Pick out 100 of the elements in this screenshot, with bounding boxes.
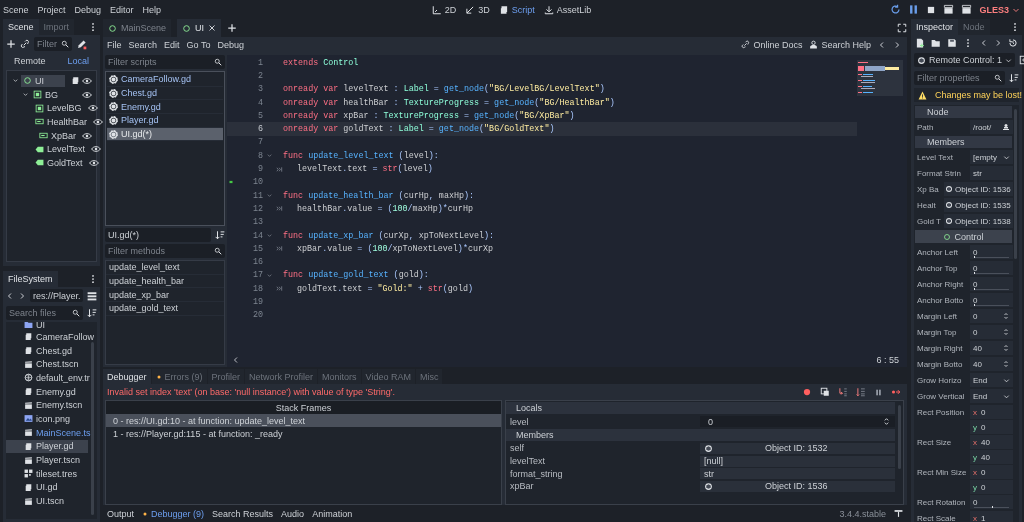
visibility-eye-icon[interactable] [82,130,92,141]
clapperboard-icon[interactable] [961,4,973,15]
bottom-panel-tab[interactable]: Output [107,508,135,519]
workspace-tab[interactable]: 2D [431,4,457,15]
resource-row[interactable]: tileset.tres [6,466,88,481]
object-field[interactable]: Object ID: 1536 [944,182,1013,196]
method-item[interactable]: update_xp_bar [106,288,224,303]
path-field[interactable]: /root/ [970,120,1013,134]
menu-item[interactable]: Editor [110,4,134,15]
dock-tab[interactable]: FileSystem [3,271,58,287]
pause-icon[interactable] [908,4,920,15]
script-item[interactable]: Player.gd [107,114,223,128]
close-icon[interactable] [208,24,217,32]
dropdown[interactable]: End [970,373,1013,387]
filter-field[interactable]: Filter methods [105,244,225,258]
help-link[interactable]: Online Docs [741,39,803,50]
pause-icon[interactable] [874,387,883,397]
vector-field[interactable]: y 0 [970,480,1013,494]
visibility-eye-icon[interactable] [82,75,92,86]
slider-field[interactable]: 0 [970,495,1013,509]
sort-icon[interactable] [87,308,97,318]
clapperboard-icon[interactable] [943,4,955,15]
script-item[interactable]: Enemy.gd [107,100,223,115]
method-item[interactable]: update_health_bar [106,274,224,289]
dock-tab[interactable]: Scene [3,19,39,35]
editor-tab[interactable]: MainScene [103,19,172,37]
add-icon[interactable] [6,39,16,49]
renderer-dropdown[interactable]: GLES3 [979,4,1020,15]
resource-row[interactable]: default_env.tr [6,371,92,385]
vector-field[interactable]: x 0 [970,405,1013,419]
section-header[interactable]: Node [915,106,1012,118]
dropdown[interactable]: End [970,389,1013,403]
tree-item[interactable]: GoldText [33,156,85,169]
menu-item[interactable]: Edit [164,39,180,50]
resource-row[interactable]: UI.tscn [6,494,88,508]
workspace-tab[interactable]: 3D [465,4,490,15]
section-header[interactable]: Locals [506,402,895,415]
spin-field[interactable]: 0 [970,309,1013,323]
spin-field[interactable]: 0 [700,416,895,428]
workspace-tab[interactable]: Script [498,4,535,15]
open-folder-icon[interactable] [931,38,942,48]
filter-field[interactable]: Filter properties [914,71,1005,85]
spin-field[interactable]: 0 [970,325,1013,339]
resource-row[interactable]: Enemy.tscn [6,398,88,413]
visibility-eye-icon[interactable] [87,103,98,114]
sort-icon[interactable] [215,230,225,240]
add-icon[interactable] [227,23,238,33]
resource-row[interactable]: Enemy.gd [6,384,88,399]
vector-field[interactable]: y 40 [970,450,1013,464]
dock-tab[interactable]: Inspector [911,19,959,35]
visibility-eye-icon[interactable] [88,157,99,168]
slider-field[interactable]: 0 [970,245,1013,259]
vector-field[interactable]: x 0 [970,465,1013,479]
vector-field[interactable]: x 1 [970,511,1013,522]
tree-item[interactable]: LevelBG [33,102,84,115]
menu-item[interactable]: Debug [74,4,102,15]
pin-icon[interactable] [894,509,903,518]
menu-item[interactable]: Help [142,4,162,15]
stack-frame[interactable]: 1 - res://Player.gd:115 - at function: _ready [106,427,501,441]
resource-row[interactable]: Chest.gd [6,343,88,358]
fullscreen-icon[interactable] [897,23,907,33]
script-item[interactable]: Chest.gd [107,86,223,101]
spin-field[interactable]: 40 [970,341,1013,355]
resource-row[interactable]: Player.tscn [6,453,88,467]
section-header[interactable]: Members [506,429,895,441]
tree-item[interactable]: UI [21,74,65,87]
resource-row[interactable]: icon.png [6,412,88,426]
minimap-drawing[interactable] [857,60,903,96]
script-scroll-icon[interactable] [71,76,80,86]
step-into-icon[interactable] [838,387,848,398]
resource-row[interactable]: UI.gd [6,480,88,495]
visibility-eye-icon[interactable] [93,116,104,127]
stack-frame[interactable]: 0 - res://UI.gd:10 - at function: update_level_text [106,414,501,428]
value-field[interactable]: str [700,468,895,480]
resource-row[interactable]: UI [6,322,88,330]
object-field[interactable]: Object ID: 1538 [944,214,1013,228]
filter-field[interactable]: Filter [34,37,72,51]
link-icon[interactable] [20,39,30,49]
slider-field[interactable]: 0 [970,261,1013,275]
new-file-icon[interactable] [915,38,925,48]
resource-row[interactable]: MainScene.ts [6,425,93,440]
workspace-tab[interactable]: AssetLib [543,4,592,15]
bottom-panel-tab[interactable]: Debugger (9) [142,508,205,519]
step-over-icon[interactable] [856,387,866,398]
reload-icon[interactable] [890,4,902,15]
search-field[interactable]: Search files [6,306,83,320]
menu-item[interactable]: Search [128,39,158,50]
history-icon[interactable] [1007,38,1018,48]
mode-toggle[interactable]: Remote [14,56,46,66]
script-item[interactable]: CameraFollow.gd [107,73,223,87]
dropdown[interactable]: [empty [970,150,1013,164]
menu-item[interactable]: File [107,39,122,50]
vector-field[interactable]: x 40 [970,435,1013,449]
bottom-panel-tab[interactable]: Search Results [212,508,274,519]
value-field[interactable]: [null] [700,455,895,467]
object-dropdown[interactable]: Remote Control: 1 [914,53,1016,67]
path-field[interactable]: res://Player. [30,289,83,302]
filter-field[interactable]: Filter scripts [105,55,225,69]
resource-row[interactable]: Chest.tscn [6,357,88,372]
slider-field[interactable]: 0 [970,293,1013,307]
